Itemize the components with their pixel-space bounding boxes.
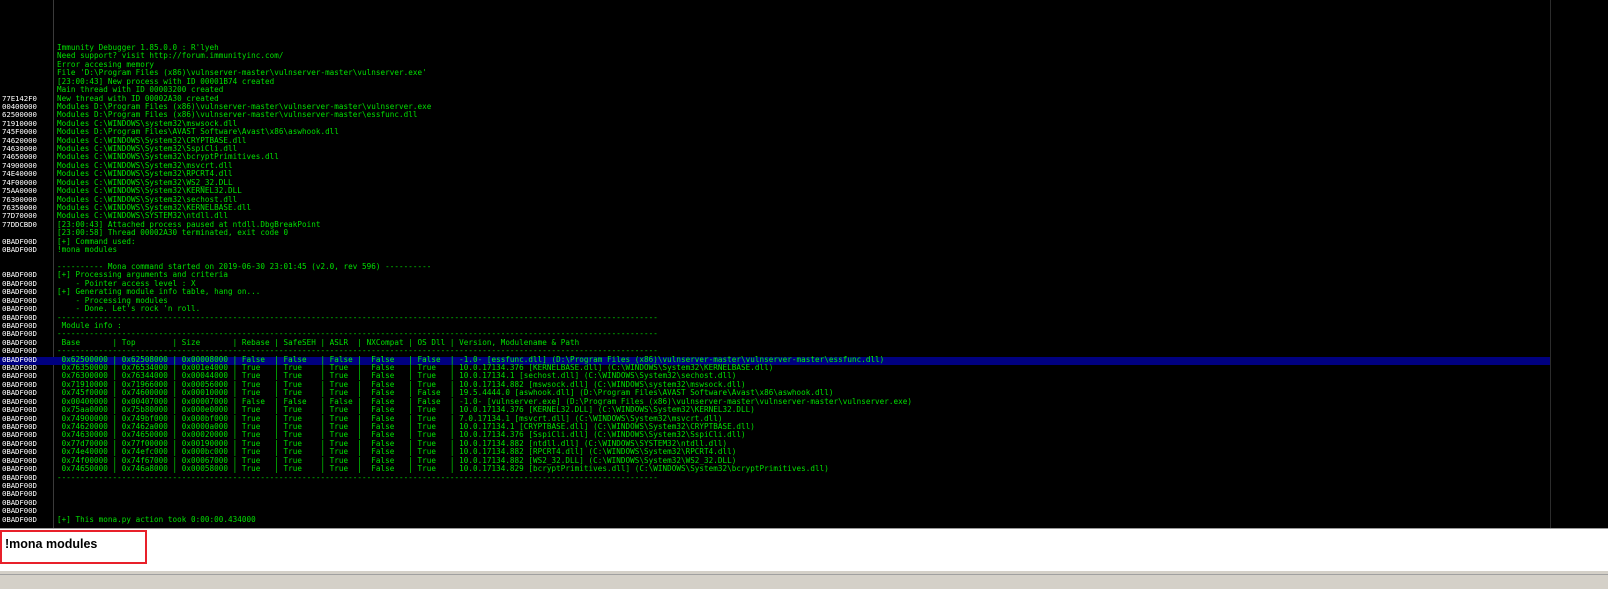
log-line[interactable]: [23:00:43] New process with ID 00001B74 … xyxy=(0,77,1550,87)
log-line[interactable]: 76350000 Modules C:\WINDOWS\System32\KERN… xyxy=(0,203,1550,213)
log-line[interactable]: Need support? visit http://forum.immunit… xyxy=(0,51,1550,61)
log-line[interactable]: 0BADF00D [+] Processing arguments and cri… xyxy=(0,270,1550,280)
command-input[interactable] xyxy=(4,533,1554,555)
log-line[interactable]: 0BADF00D --------------------------------… xyxy=(0,312,1550,323)
log-line[interactable]: ---------- Mona command started on 2019-… xyxy=(0,262,1550,272)
log-line-message: ----------------------------------------… xyxy=(57,472,658,482)
log-line-message: ----------------------------------------… xyxy=(57,312,658,322)
status-bar-divider xyxy=(0,574,1608,575)
log-line-message: !mona modules xyxy=(57,245,118,255)
log-line[interactable]: [23:00:58] Thread 00002A30 terminated, e… xyxy=(0,228,1550,238)
log-lines: Immunity Debugger 1.85.0.0 : R'lyeh Need … xyxy=(0,43,1550,525)
log-line[interactable]: 0BADF00D xyxy=(0,481,1550,491)
log-line[interactable]: 0BADF00D --------------------------------… xyxy=(0,472,1550,483)
log-line[interactable]: 0BADF00D xyxy=(0,498,1550,508)
log-line[interactable]: 0BADF00D [+] Generating module info table… xyxy=(0,287,1550,297)
log-line[interactable]: 0BADF00D - Processing modules xyxy=(0,296,1550,306)
log-line-address: 0BADF00D xyxy=(2,514,37,524)
log-line[interactable]: 0BADF00D [+] Command used: xyxy=(0,237,1550,247)
log-window[interactable]: Immunity Debugger 1.85.0.0 : R'lyeh Need … xyxy=(0,0,1608,528)
status-bar xyxy=(0,570,1608,589)
log-line[interactable]: 0BADF00D xyxy=(0,489,1550,499)
log-line[interactable]: 0BADF00D !mona modules xyxy=(0,245,1550,255)
command-bar xyxy=(0,528,1608,570)
log-line-address: 0BADF00D xyxy=(2,245,37,255)
log-right-border xyxy=(1550,0,1551,528)
log-line-address: 77DDCBD0 xyxy=(2,219,37,229)
log-line[interactable]: 0BADF00D [+] This mona.py action took 0:0… xyxy=(0,514,1550,525)
log-line-message: [+] This mona.py action took 0:00:00.434… xyxy=(57,514,256,524)
log-line[interactable]: Main thread with ID 00003200 created xyxy=(0,85,1550,95)
